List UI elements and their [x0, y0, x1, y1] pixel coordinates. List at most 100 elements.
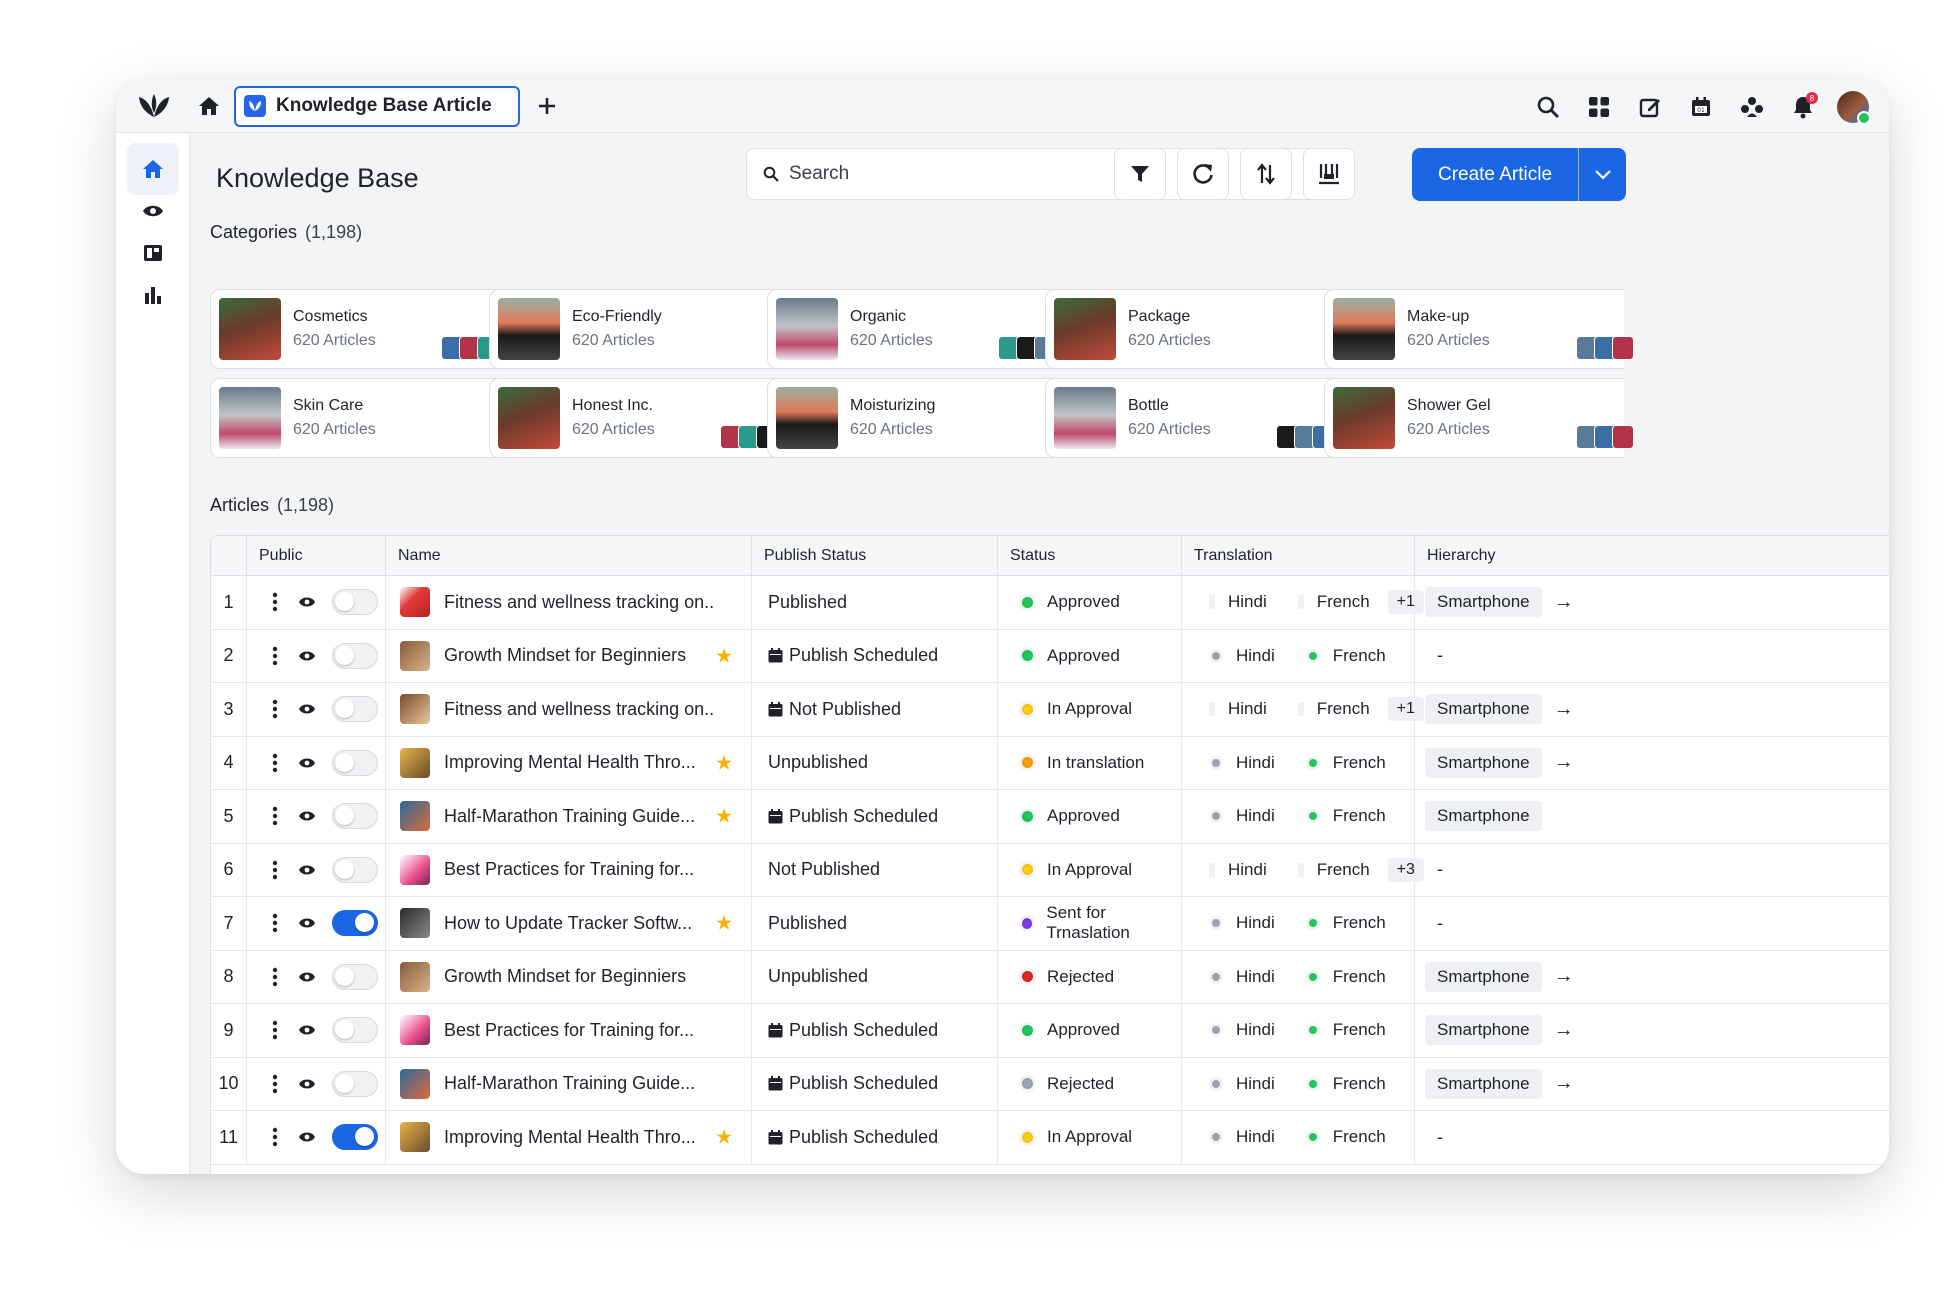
table-row[interactable]: [211, 1165, 1889, 1175]
preview-eye-icon[interactable]: [298, 1024, 316, 1036]
name-cell[interactable]: Growth Mindset for Beginniers: [386, 950, 752, 1003]
header-name[interactable]: Name: [386, 536, 752, 576]
row-more-options-icon[interactable]: [272, 967, 278, 987]
table-row[interactable]: 10 Half-Marathon Training Guide... Publish…: [211, 1057, 1889, 1111]
category-card[interactable]: Eco-Friendly 620 Articles: [489, 289, 813, 369]
name-cell[interactable]: Half-Marathon Training Guide...: [386, 1057, 752, 1110]
preview-eye-icon[interactable]: [298, 650, 316, 662]
preview-eye-icon[interactable]: [298, 703, 316, 715]
public-toggle[interactable]: [332, 1124, 378, 1151]
hierarchy-chip[interactable]: Smartphone: [1425, 587, 1542, 618]
header-hierarchy[interactable]: Hierarchy: [1415, 536, 1889, 576]
table-row[interactable]: 11 Improving Mental Health Thro... ★ Publis…: [211, 1111, 1889, 1165]
row-more-options-icon[interactable]: [272, 592, 278, 612]
article-name[interactable]: How to Update Tracker Softw...: [444, 913, 692, 934]
name-cell[interactable]: How to Update Tracker Softw... ★: [386, 897, 752, 950]
public-toggle[interactable]: [332, 963, 378, 990]
featured-star-icon[interactable]: ★: [715, 804, 733, 829]
row-more-options-icon[interactable]: [272, 1020, 278, 1040]
hierarchy-chip[interactable]: Smartphone: [1425, 961, 1542, 992]
compose-icon[interactable]: [1633, 90, 1667, 124]
home-icon[interactable]: [196, 93, 222, 119]
name-cell[interactable]: Half-Marathon Training Guide... ★: [386, 790, 752, 843]
columns-button[interactable]: [1303, 148, 1355, 200]
article-name[interactable]: Growth Mindset for Beginniers: [444, 966, 686, 987]
hierarchy-chip[interactable]: Smartphone: [1425, 1015, 1542, 1046]
row-more-options-icon[interactable]: [272, 1127, 278, 1147]
article-name[interactable]: Improving Mental Health Thro...: [444, 1127, 696, 1148]
community-icon[interactable]: [1735, 90, 1769, 124]
public-toggle[interactable]: [332, 803, 378, 830]
row-more-options-icon[interactable]: [272, 806, 278, 826]
public-toggle[interactable]: [332, 1070, 378, 1097]
public-toggle[interactable]: [332, 749, 378, 776]
row-more-options-icon[interactable]: [272, 646, 278, 666]
category-card[interactable]: Organic620 Articles+200: [767, 289, 1091, 369]
category-card[interactable]: Bottle620 Articles+200: [1045, 378, 1369, 458]
category-card[interactable]: Shower Gel 620 Articles: [1324, 378, 1634, 458]
featured-star-icon[interactable]: ★: [715, 1125, 733, 1150]
article-name[interactable]: Fitness and wellness tracking on..: [444, 699, 714, 720]
hierarchy-chip[interactable]: Smartphone: [1425, 801, 1542, 832]
category-card[interactable]: Moisturizing 620 Articles: [767, 378, 1091, 458]
preview-eye-icon[interactable]: [298, 810, 316, 822]
preview-eye-icon[interactable]: [298, 917, 316, 929]
table-row[interactable]: 3 Fitness and wellness tracking on.. Not P…: [211, 683, 1889, 737]
name-cell[interactable]: Fitness and wellness tracking on..: [386, 683, 752, 736]
public-toggle[interactable]: [332, 910, 378, 937]
featured-star-icon[interactable]: ★: [715, 750, 733, 775]
table-row[interactable]: 6 Best Practices for Training for... Not P…: [211, 843, 1889, 897]
name-cell[interactable]: Best Practices for Training for...: [386, 1004, 752, 1057]
public-toggle[interactable]: [332, 856, 378, 883]
name-cell[interactable]: Improving Mental Health Thro... ★: [386, 1111, 752, 1164]
article-name[interactable]: Half-Marathon Training Guide...: [444, 806, 695, 827]
sort-button[interactable]: [1240, 148, 1292, 200]
article-name[interactable]: Growth Mindset for Beginniers: [444, 645, 686, 666]
hierarchy-chip[interactable]: Smartphone: [1425, 694, 1542, 725]
create-dropdown-chevron-down-icon[interactable]: [1579, 169, 1626, 180]
table-row[interactable]: 5 Half-Marathon Training Guide... ★ Publish…: [211, 790, 1889, 844]
name-cell[interactable]: Fitness and wellness tracking on..: [386, 576, 752, 629]
refresh-button[interactable]: [1177, 148, 1229, 200]
create-article-button[interactable]: Create Article: [1412, 148, 1626, 201]
row-more-options-icon[interactable]: [272, 913, 278, 933]
featured-star-icon[interactable]: ★: [715, 643, 733, 668]
header-status[interactable]: Status: [998, 536, 1182, 576]
header-public[interactable]: Public: [247, 536, 386, 576]
table-row[interactable]: 1 Fitness and wellness tracking on.. Publi…: [211, 576, 1889, 630]
search-icon[interactable]: [1531, 90, 1565, 124]
table-row[interactable]: 8 Growth Mindset for Beginniers Unpublishe…: [211, 950, 1889, 1004]
row-more-options-icon[interactable]: [272, 1074, 278, 1094]
arrow-right-icon[interactable]: →: [1554, 1019, 1574, 1042]
table-row[interactable]: 7 How to Update Tracker Softw... ★ Publishe…: [211, 897, 1889, 951]
filter-button[interactable]: [1114, 148, 1166, 200]
notifications-bell-icon[interactable]: 8: [1786, 90, 1820, 124]
arrow-right-icon[interactable]: →: [1554, 751, 1574, 774]
public-toggle[interactable]: [332, 1017, 378, 1044]
featured-star-icon[interactable]: ★: [715, 911, 733, 936]
tab-knowledge-base-article[interactable]: Knowledge Base Article: [234, 85, 520, 127]
name-cell[interactable]: Growth Mindset for Beginniers ★: [386, 629, 752, 682]
preview-eye-icon[interactable]: [298, 1078, 316, 1090]
category-card[interactable]: Cosmetics620 Articles+200: [210, 289, 534, 369]
user-avatar[interactable]: [1837, 91, 1871, 125]
article-name[interactable]: Improving Mental Health Thro...: [444, 752, 696, 773]
name-cell[interactable]: Improving Mental Health Thro... ★: [386, 736, 752, 789]
article-name[interactable]: Fitness and wellness tracking on..: [444, 592, 714, 613]
article-name[interactable]: Best Practices for Training for...: [444, 859, 694, 880]
arrow-right-icon[interactable]: →: [1554, 591, 1574, 614]
row-more-options-icon[interactable]: [272, 860, 278, 880]
hierarchy-chip[interactable]: Smartphone: [1425, 747, 1542, 778]
row-more-options-icon[interactable]: [272, 753, 278, 773]
article-name[interactable]: Half-Marathon Training Guide...: [444, 1073, 695, 1094]
preview-eye-icon[interactable]: [298, 864, 316, 876]
table-row[interactable]: 2 Growth Mindset for Beginniers ★ Publish S…: [211, 629, 1889, 683]
name-cell[interactable]: Best Practices for Training for...: [386, 843, 752, 896]
preview-eye-icon[interactable]: [298, 596, 316, 608]
preview-eye-icon[interactable]: [298, 971, 316, 983]
apps-grid-icon[interactable]: [1582, 90, 1616, 124]
calendar-icon[interactable]: 01: [1684, 90, 1718, 124]
category-card[interactable]: Package 620 Articles: [1045, 289, 1369, 369]
public-toggle[interactable]: [332, 589, 378, 616]
public-toggle[interactable]: [332, 642, 378, 669]
